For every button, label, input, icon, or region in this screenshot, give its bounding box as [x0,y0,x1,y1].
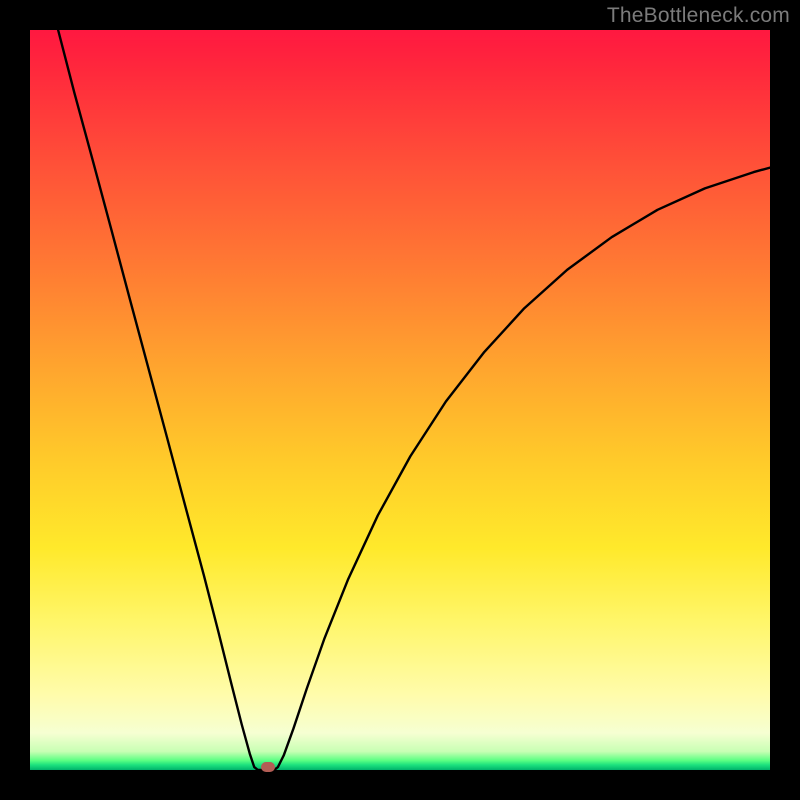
watermark-text: TheBottleneck.com [607,4,790,28]
chart-frame: TheBottleneck.com [0,0,800,800]
plot-area [30,30,770,770]
bottleneck-curve [30,30,770,770]
optimum-marker [261,762,275,772]
